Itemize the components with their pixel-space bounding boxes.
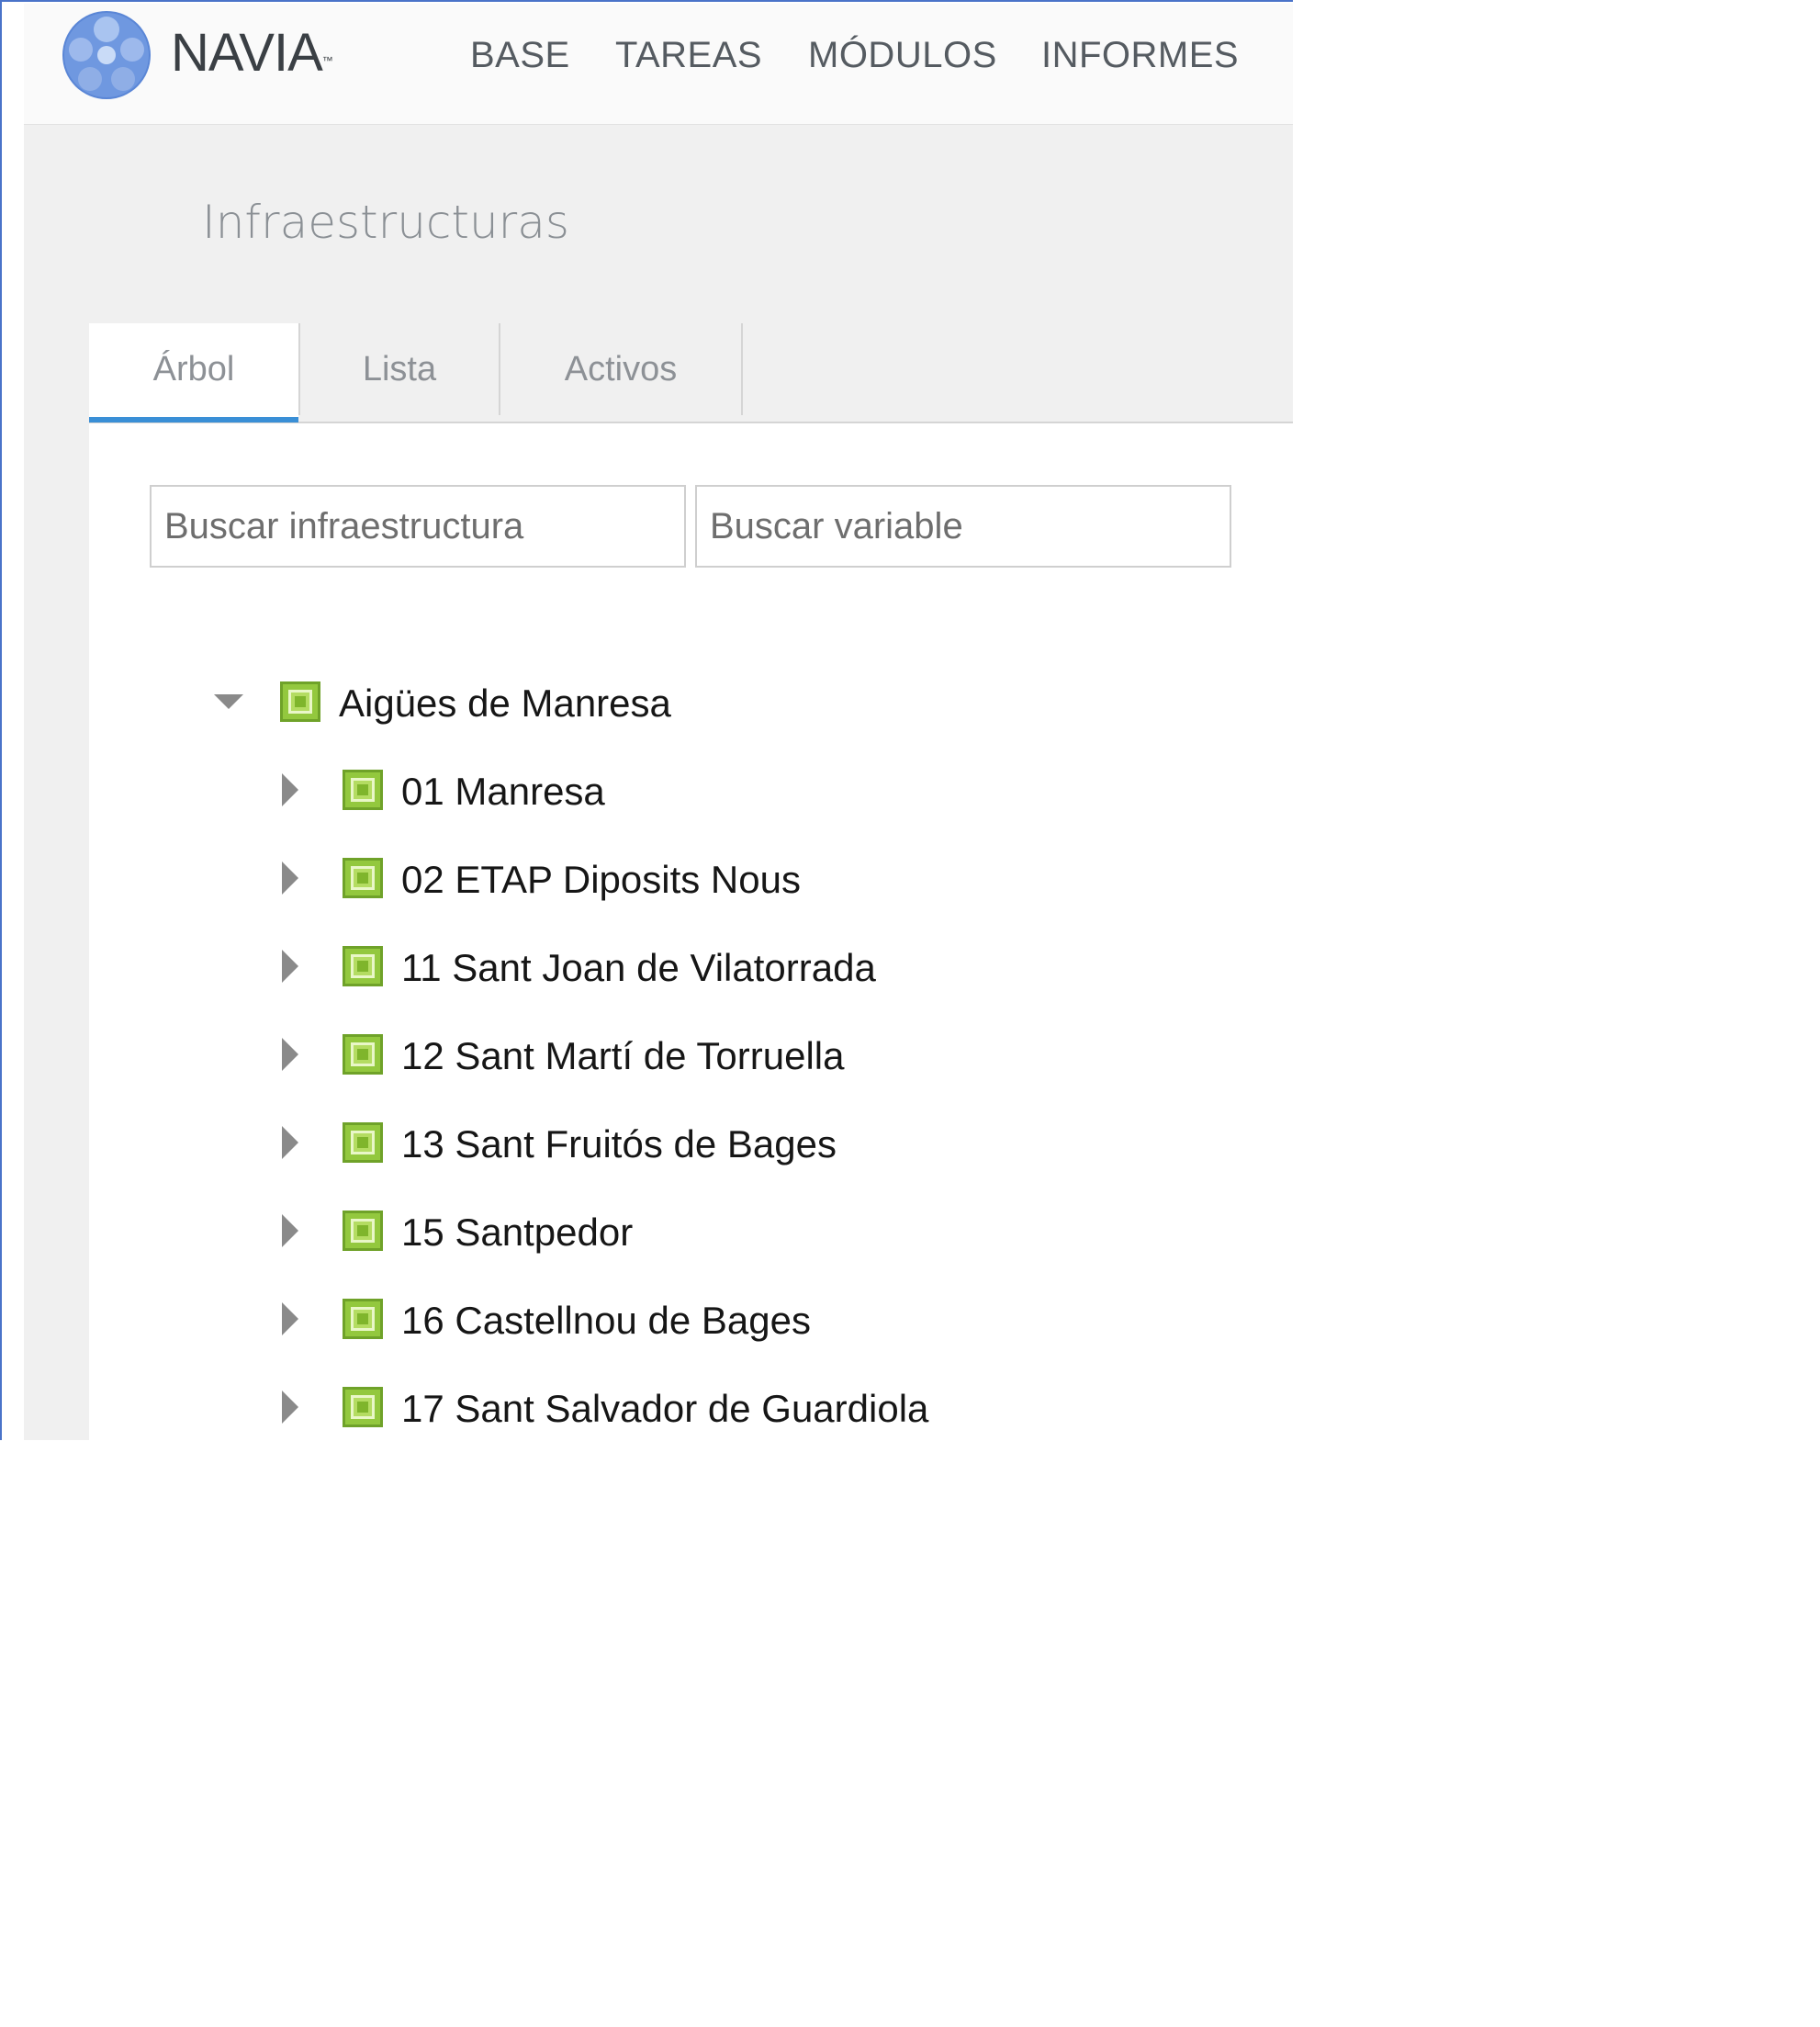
tree-node[interactable]: 11 Sant Joan de Vilatorrada <box>278 942 976 997</box>
nav-item-informes[interactable]: INFORMES <box>1041 35 1239 75</box>
tree-node-root[interactable]: Aigües de Manresa <box>212 678 855 733</box>
chevron-right-icon[interactable] <box>278 1030 311 1086</box>
tab-arbol[interactable]: Árbol <box>89 323 298 422</box>
tree-node[interactable]: 02 ETAP Diposits Nous <box>278 854 976 909</box>
infrastructure-icon <box>343 1387 383 1427</box>
tree-node-label[interactable]: 01 Manresa <box>401 766 605 817</box>
tree-node-label[interactable]: Aigües de Manresa <box>339 678 671 729</box>
infrastructure-icon <box>343 1034 383 1075</box>
chevron-down-icon[interactable] <box>212 678 245 733</box>
tree-node-label[interactable]: 12 Sant Martí de Torruella <box>401 1030 845 1082</box>
search-infrastructure-input[interactable] <box>150 485 686 568</box>
main-content: Infraestructuras Árbol Lista Activos Bus… <box>24 125 1293 1440</box>
tree-node[interactable]: 13 Sant Fruitós de Bages <box>278 1119 976 1174</box>
chevron-right-icon[interactable] <box>278 1295 311 1350</box>
chevron-right-icon[interactable] <box>278 942 311 997</box>
page-title: Infraestructuras <box>202 196 569 249</box>
infrastructure-icon <box>280 681 320 722</box>
infrastructure-icon <box>343 858 383 898</box>
search-variable-input[interactable] <box>695 485 1231 568</box>
tree-node[interactable]: 12 Sant Martí de Torruella <box>278 1030 976 1086</box>
chevron-right-icon[interactable] <box>278 1119 311 1174</box>
top-navbar: NAVIA™ BASE TAREAS MÓDULOS INFORMES <box>24 4 1293 125</box>
nav-item-base[interactable]: BASE <box>470 35 570 75</box>
tab-activos[interactable]: Activos <box>500 323 741 422</box>
tree-node-label[interactable]: 13 Sant Fruitós de Bages <box>401 1119 837 1170</box>
infrastructure-icon <box>343 946 383 986</box>
chevron-right-icon[interactable] <box>278 766 311 821</box>
chevron-right-icon[interactable] <box>278 854 311 909</box>
navia-logo-icon[interactable] <box>61 9 152 101</box>
tab-lista[interactable]: Lista <box>300 323 499 422</box>
infrastructure-icon <box>343 1299 383 1339</box>
tab-bar: Árbol Lista Activos <box>89 323 1293 423</box>
tab-divider <box>741 323 743 415</box>
tree-node[interactable]: 15 Santpedor <box>278 1207 976 1262</box>
chevron-right-icon[interactable] <box>278 1207 311 1262</box>
infrastructure-icon <box>343 1211 383 1251</box>
nav-item-tareas[interactable]: TAREAS <box>615 35 762 75</box>
app-window: NAVIA™ BASE TAREAS MÓDULOS INFORMES Infr… <box>0 0 1293 1440</box>
infrastructure-panel: Árbol Lista Activos Aigües de Manresa <box>89 323 1293 1440</box>
infrastructure-icon <box>343 1122 383 1163</box>
brand-name: NAVIA™ <box>171 23 333 83</box>
infrastructure-icon <box>343 770 383 810</box>
tree-node-label[interactable]: 15 Santpedor <box>401 1207 633 1258</box>
nav-item-modulos[interactable]: MÓDULOS <box>808 35 997 75</box>
tree-node-label[interactable]: 02 ETAP Diposits Nous <box>401 854 801 906</box>
tree-node-label[interactable]: 17 Sant Salvador de Guardiola <box>401 1383 928 1435</box>
tree-node[interactable]: 17 Sant Salvador de Guardiola <box>278 1383 976 1438</box>
tree-node-label[interactable]: 16 Castellnou de Bages <box>401 1295 811 1346</box>
tree-node[interactable]: 16 Castellnou de Bages <box>278 1295 976 1350</box>
chevron-right-icon[interactable] <box>278 1383 311 1438</box>
tree-node[interactable]: 01 Manresa <box>278 766 976 821</box>
tree-node-label[interactable]: 11 Sant Joan de Vilatorrada <box>401 942 876 994</box>
